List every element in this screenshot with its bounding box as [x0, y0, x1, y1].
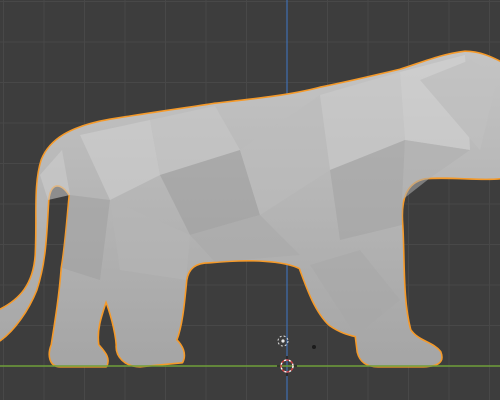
3d-viewport[interactable]: [0, 0, 500, 400]
vertex-dot: [312, 345, 316, 349]
viewport-canvas[interactable]: [0, 0, 500, 400]
